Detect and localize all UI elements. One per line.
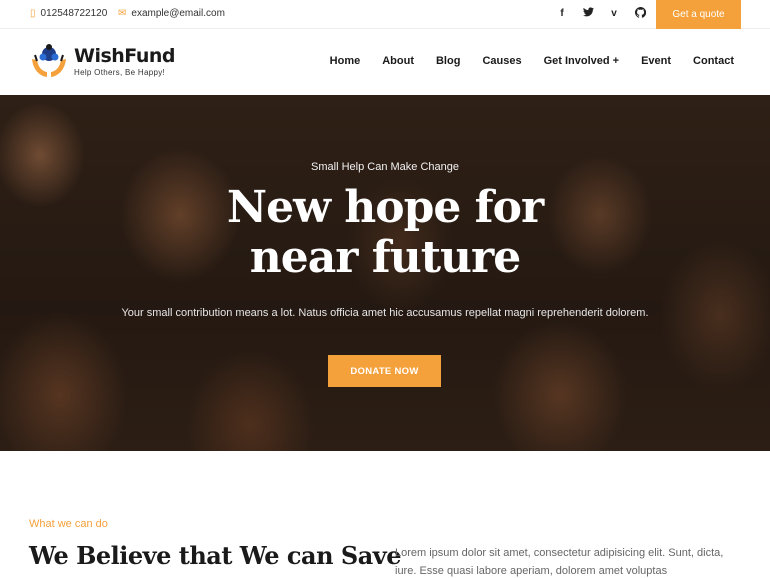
- main-nav: Home About Blog Causes Get Involved + Ev…: [330, 55, 734, 67]
- section-text: Lorem ipsum dolor sit amet, consectetur …: [395, 547, 724, 577]
- mail-icon: ✉: [118, 7, 127, 19]
- facebook-icon[interactable]: f: [556, 7, 568, 23]
- top-bar: ▯ 012548722120 ✉ example@email.com f v G…: [0, 0, 770, 29]
- brand-name: WishFund: [74, 45, 176, 67]
- twitter-icon[interactable]: [582, 7, 594, 23]
- hero-banner: Small Help Can Make Change New hope for …: [0, 95, 770, 451]
- about-section: What we can do We Believe that We can Sa…: [0, 451, 770, 578]
- logo[interactable]: WishFund Help Others, Be Happy!: [29, 41, 176, 81]
- nav-about[interactable]: About: [382, 55, 414, 67]
- donate-now-button[interactable]: DONATE NOW: [328, 355, 441, 387]
- hero-title-text: New hope for near future: [226, 182, 544, 283]
- phone-contact[interactable]: ▯ 012548722120: [30, 8, 107, 19]
- vimeo-icon[interactable]: v: [608, 7, 620, 23]
- nav-get-involved[interactable]: Get Involved +: [544, 55, 620, 67]
- social-links: f v: [556, 6, 646, 23]
- nav-causes[interactable]: Causes: [482, 55, 521, 67]
- section-title: We Believe that We can Save: [29, 541, 401, 570]
- nav-contact[interactable]: Contact: [693, 55, 734, 67]
- email-address: example@email.com: [131, 8, 225, 19]
- hero-eyebrow: Small Help Can Make Change: [311, 161, 459, 173]
- phone-number: 012548722120: [40, 8, 108, 19]
- logo-hands-icon: [29, 41, 69, 81]
- hero-title: New hope for near future: [0, 183, 770, 283]
- section-eyebrow: What we can do: [29, 518, 108, 530]
- get-quote-button[interactable]: Get a quote: [656, 0, 741, 29]
- main-header: WishFund Help Others, Be Happy! Home Abo…: [0, 29, 770, 95]
- nav-blog[interactable]: Blog: [436, 55, 460, 67]
- phone-icon: ▯: [30, 7, 36, 19]
- hero-description: Your small contribution means a lot. Nat…: [121, 307, 649, 319]
- brand-tagline: Help Others, Be Happy!: [74, 68, 166, 77]
- nav-home[interactable]: Home: [330, 55, 361, 67]
- github-icon[interactable]: [634, 6, 646, 23]
- nav-event[interactable]: Event: [641, 55, 671, 67]
- email-contact[interactable]: ✉ example@email.com: [118, 8, 225, 19]
